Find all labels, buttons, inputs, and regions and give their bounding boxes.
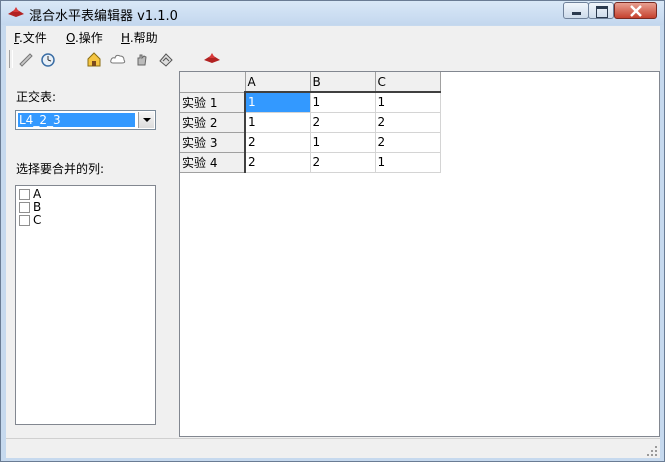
grid-cell[interactable]: 1 xyxy=(375,152,441,173)
orthogonal-table-value: L4_2_3 xyxy=(18,113,135,127)
menu-bar: F.文件 O.操作 H.帮助 xyxy=(6,26,660,46)
table-row: 实验 3 2 1 2 xyxy=(180,132,441,153)
merge-columns-label: 选择要合并的列: xyxy=(16,162,105,176)
table-row: 实验 2 1 2 2 xyxy=(180,112,441,133)
paint-icon[interactable] xyxy=(158,51,174,67)
grid-cell[interactable]: 1 xyxy=(310,92,376,113)
checkbox[interactable] xyxy=(19,202,30,213)
pen-icon[interactable] xyxy=(18,51,34,67)
menu-help[interactable]: H.帮助 xyxy=(121,29,158,46)
orthogonal-table-select[interactable]: L4_2_3 xyxy=(15,110,156,130)
menu-operate-label: .操作 xyxy=(74,31,103,45)
table-row: 实验 4 2 2 1 xyxy=(180,152,441,173)
merge-column-label: B xyxy=(33,200,42,214)
data-grid-panel: A B C 实验 1 1 1 1 实验 2 1 2 2 实验 3 2 1 2 实… xyxy=(179,71,660,437)
grid-cell[interactable]: 2 xyxy=(375,112,441,133)
grid-cell[interactable]: 2 xyxy=(310,152,376,173)
app-window: 混合水平表编辑器 v1.1.0 F.文件 O.操作 H.帮助 正交表: L4_2… xyxy=(0,0,665,462)
close-button[interactable] xyxy=(614,2,657,19)
grid-cell[interactable]: 2 xyxy=(310,112,376,133)
column-header-b[interactable]: B xyxy=(310,72,376,93)
hand-icon[interactable] xyxy=(134,51,150,67)
merge-column-label: A xyxy=(33,187,42,201)
column-header-c[interactable]: C xyxy=(375,72,441,93)
table-row: 实验 1 1 1 1 xyxy=(180,92,441,113)
menu-help-key: H xyxy=(121,31,130,45)
grid-cell[interactable]: 1 xyxy=(245,92,311,113)
grid-cell[interactable]: 1 xyxy=(310,132,376,153)
data-grid: A B C 实验 1 1 1 1 实验 2 1 2 2 实验 3 2 1 2 实… xyxy=(180,72,441,173)
maximize-button[interactable] xyxy=(588,2,614,19)
grid-cell[interactable]: 1 xyxy=(375,92,441,113)
chevron-down-icon[interactable] xyxy=(138,112,154,128)
merge-columns-list[interactable]: A B C xyxy=(15,185,156,425)
house-icon[interactable] xyxy=(86,51,102,67)
merge-column-label: C xyxy=(33,213,42,227)
resize-grip-icon[interactable] xyxy=(646,445,658,457)
cloud-icon[interactable] xyxy=(110,51,126,67)
column-header-a[interactable]: A xyxy=(245,72,311,93)
toolbar-separator xyxy=(9,50,13,68)
close-icon xyxy=(630,5,642,17)
grid-cell[interactable]: 2 xyxy=(245,152,311,173)
grid-cell[interactable]: 2 xyxy=(245,132,311,153)
toolbar xyxy=(6,48,660,70)
grid-corner[interactable] xyxy=(180,72,246,93)
title-bar[interactable]: 混合水平表编辑器 v1.1.0 xyxy=(1,1,664,25)
row-header[interactable]: 实验 2 xyxy=(180,112,246,133)
checkbox[interactable] xyxy=(19,215,30,226)
row-header[interactable]: 实验 4 xyxy=(180,152,246,173)
row-header[interactable]: 实验 1 xyxy=(180,92,246,113)
menu-help-label: .帮助 xyxy=(129,31,158,45)
grid-cell[interactable]: 1 xyxy=(245,112,311,133)
app-logo-icon[interactable] xyxy=(203,51,221,67)
grid-cell[interactable]: 2 xyxy=(375,132,441,153)
clock-icon[interactable] xyxy=(40,51,56,67)
orthogonal-table-label: 正交表: xyxy=(16,90,57,104)
row-header[interactable]: 实验 3 xyxy=(180,132,246,153)
menu-file[interactable]: F.文件 xyxy=(14,29,47,46)
menu-file-label: .文件 xyxy=(18,31,47,45)
menu-operate-key: O xyxy=(66,31,75,45)
minimize-button[interactable] xyxy=(563,2,589,19)
checkbox[interactable] xyxy=(19,189,30,200)
status-bar xyxy=(6,438,660,459)
menu-operate[interactable]: O.操作 xyxy=(66,29,103,46)
window-title: 混合水平表编辑器 v1.1.0 xyxy=(29,9,178,24)
client-area: F.文件 O.操作 H.帮助 正交表: L4_2_3 选择要合并的列: A B … xyxy=(6,26,660,458)
app-logo-icon xyxy=(8,7,24,17)
minimize-icon xyxy=(572,12,581,15)
maximize-icon xyxy=(596,6,608,18)
grid-header-row: A B C xyxy=(180,72,441,93)
